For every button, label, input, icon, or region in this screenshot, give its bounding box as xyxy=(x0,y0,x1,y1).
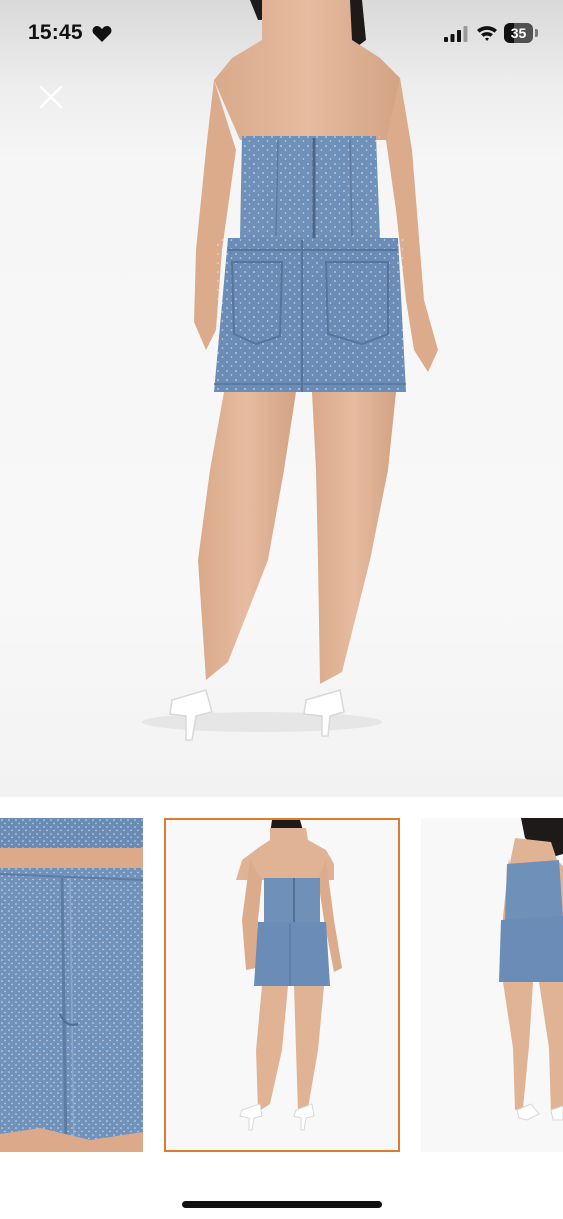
status-bar: 15:45 35 xyxy=(0,0,563,66)
close-button[interactable] xyxy=(32,78,70,116)
thumbnail-back-view-image xyxy=(166,820,398,1150)
wifi-icon xyxy=(477,26,497,41)
battery-icon: 35 xyxy=(504,23,538,43)
thumbnail-side-view-image xyxy=(421,818,563,1152)
product-photo-back-view xyxy=(142,0,438,741)
main-product-image[interactable] xyxy=(0,0,563,797)
thumbnail-detail-image xyxy=(0,818,143,1152)
heart-icon xyxy=(92,26,112,42)
home-indicator xyxy=(182,1201,382,1208)
thumbnail-back-view[interactable] xyxy=(164,818,400,1152)
thumbnail-detail-closeup[interactable] xyxy=(0,818,143,1152)
battery-percentage: 35 xyxy=(510,25,527,41)
status-time: 15:45 xyxy=(28,21,83,44)
close-icon xyxy=(39,85,63,109)
cellular-signal-icon xyxy=(444,26,468,42)
thumbnail-strip xyxy=(0,818,563,1152)
thumbnail-side-view[interactable] xyxy=(421,818,563,1152)
battery-cap xyxy=(535,29,538,37)
image-viewer-screen: 15:45 35 xyxy=(0,0,563,1219)
